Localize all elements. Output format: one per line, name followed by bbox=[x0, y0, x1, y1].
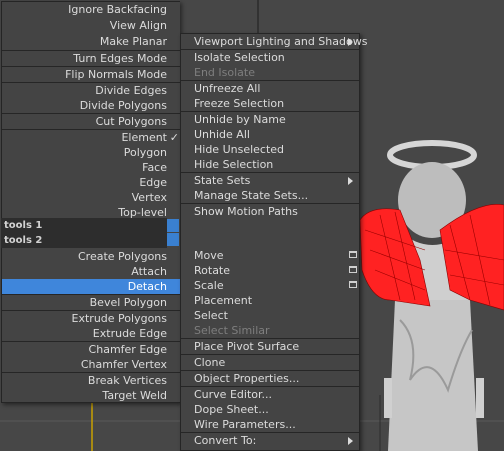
menu-item-wire-parameters[interactable]: Wire Parameters... bbox=[181, 417, 359, 432]
quad-header-tools2[interactable]: tools 2 bbox=[1, 233, 167, 248]
options-box-icon[interactable] bbox=[349, 281, 357, 288]
quad-indicator-tools1[interactable] bbox=[167, 219, 179, 232]
menu-item-extrude-edge[interactable]: Extrude Edge bbox=[2, 326, 180, 341]
menu-item-hide-unselected[interactable]: Hide Unselected bbox=[181, 142, 359, 157]
menu-item-object-properties[interactable]: Object Properties... bbox=[181, 371, 359, 386]
menu-item-dope-sheet[interactable]: Dope Sheet... bbox=[181, 402, 359, 417]
menu-item-divide-polygons[interactable]: Divide Polygons bbox=[2, 98, 180, 113]
menu-item-scale[interactable]: Scale bbox=[181, 278, 359, 293]
menu-item-chamfer-vertex[interactable]: Chamfer Vertex bbox=[2, 357, 180, 372]
quad-indicator-tools2[interactable] bbox=[167, 233, 179, 246]
menu-item-extrude-polygons[interactable]: Extrude Polygons bbox=[2, 311, 180, 326]
menu-item-unhide-by-name[interactable]: Unhide by Name bbox=[181, 112, 359, 127]
statue-detail bbox=[384, 378, 392, 418]
menu-item-select[interactable]: Select bbox=[181, 308, 359, 323]
quad-menu-right: Viewport Lighting and Shadows Isolate Se… bbox=[180, 33, 367, 451]
menu-item-hide-selection[interactable]: Hide Selection bbox=[181, 157, 359, 172]
menu-item-place-pivot-surface[interactable]: Place Pivot Surface bbox=[181, 339, 359, 354]
menu-item-face[interactable]: Face bbox=[2, 160, 180, 175]
menu-item-isolate-selection[interactable]: Isolate Selection bbox=[181, 50, 359, 65]
checkmark-icon: ✓ bbox=[169, 131, 179, 144]
menu-item-turn-edges-mode[interactable]: Turn Edges Mode bbox=[2, 51, 180, 66]
menu-item-break-vertices[interactable]: Break Vertices bbox=[2, 373, 180, 388]
menu-item-edge[interactable]: Edge bbox=[2, 175, 180, 190]
menu-item-vertex[interactable]: Vertex bbox=[2, 190, 180, 205]
menu-item-state-sets[interactable]: State Sets bbox=[181, 173, 359, 188]
menu-item-create-polygons[interactable]: Create Polygons bbox=[2, 249, 180, 264]
menu-item-ignore-backfacing[interactable]: Ignore Backfacing bbox=[2, 2, 180, 17]
menu-item-freeze-selection[interactable]: Freeze Selection bbox=[181, 96, 359, 111]
menu-item-rotate[interactable]: Rotate bbox=[181, 263, 359, 278]
menu-item-select-similar: Select Similar bbox=[194, 324, 270, 337]
menu-item-attach[interactable]: Attach bbox=[2, 264, 180, 279]
menu-item-element[interactable]: Element ✓ bbox=[2, 130, 180, 145]
menu-item-viewport-lighting-and-shadows[interactable]: Viewport Lighting and Shadows bbox=[181, 34, 367, 49]
menu-item-detach[interactable]: Detach bbox=[2, 279, 180, 294]
options-box-icon[interactable] bbox=[349, 251, 357, 258]
menu-item-divide-edges[interactable]: Divide Edges bbox=[2, 83, 180, 98]
menu-item-clone[interactable]: Clone bbox=[181, 355, 359, 370]
quad-menu-left: Ignore Backfacing View Align Make Planar… bbox=[1, 1, 180, 403]
menu-item-show-motion-paths[interactable]: Show Motion Paths bbox=[181, 204, 359, 219]
menu-item-unfreeze-all[interactable]: Unfreeze All bbox=[181, 81, 359, 96]
menu-item-manage-state-sets[interactable]: Manage State Sets... bbox=[181, 188, 359, 203]
menu-item-unhide-all[interactable]: Unhide All bbox=[181, 127, 359, 142]
menu-item-bevel-polygon[interactable]: Bevel Polygon bbox=[2, 295, 180, 310]
menu-item-chamfer-edge[interactable]: Chamfer Edge bbox=[2, 342, 180, 357]
menu-item-polygon[interactable]: Polygon bbox=[2, 145, 180, 160]
submenu-arrow-icon bbox=[348, 437, 353, 445]
options-box-icon[interactable] bbox=[349, 266, 357, 273]
menu-item-convert-to[interactable]: Convert To: bbox=[181, 433, 359, 448]
menu-item-curve-editor[interactable]: Curve Editor... bbox=[181, 387, 359, 402]
menu-item-cut-polygons[interactable]: Cut Polygons bbox=[2, 114, 180, 129]
quad-header-tools1[interactable]: tools 1 bbox=[1, 218, 167, 233]
submenu-arrow-icon bbox=[348, 177, 353, 185]
menu-item-move[interactable]: Move bbox=[181, 248, 359, 263]
statue-detail bbox=[476, 378, 484, 418]
menu-item-target-weld[interactable]: Target Weld bbox=[2, 388, 180, 403]
menu-item-view-align[interactable]: View Align bbox=[2, 18, 180, 33]
submenu-arrow-icon bbox=[348, 38, 353, 46]
menu-item-end-isolate: End Isolate bbox=[194, 66, 255, 79]
menu-item-flip-normals-mode[interactable]: Flip Normals Mode bbox=[2, 67, 180, 82]
menu-item-make-planar[interactable]: Make Planar bbox=[2, 34, 180, 49]
menu-item-placement[interactable]: Placement bbox=[181, 293, 359, 308]
